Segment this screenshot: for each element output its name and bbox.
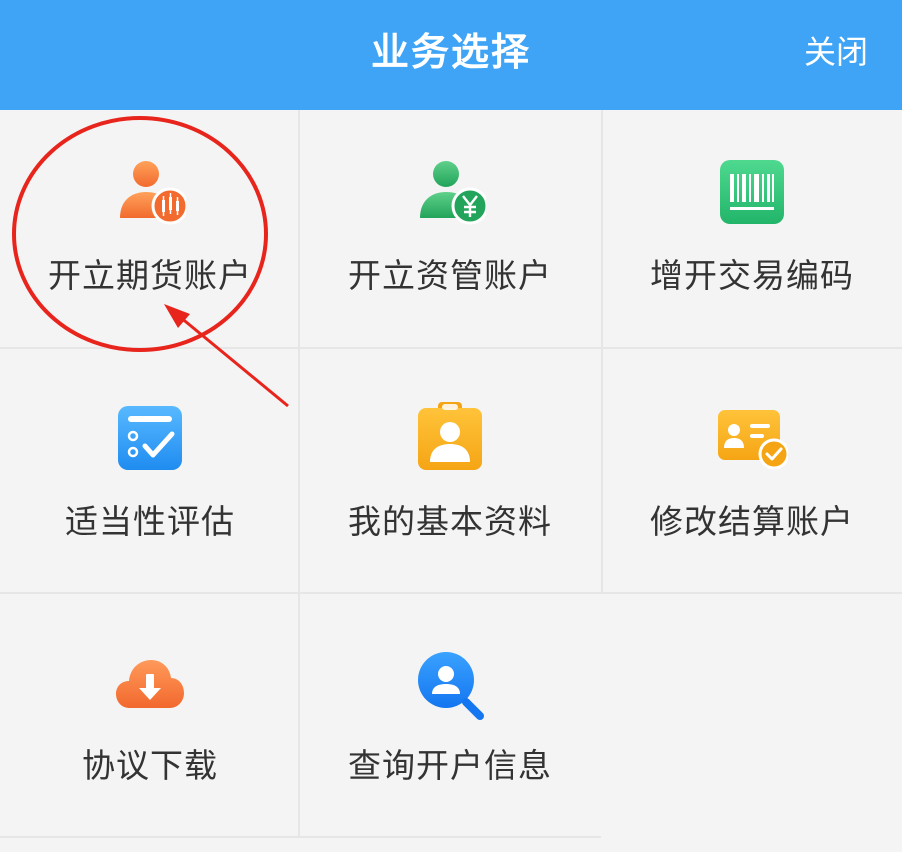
id-card-check-icon (716, 402, 788, 474)
header-bar: 业务选择 关闭 (0, 0, 902, 110)
empty-cell (602, 594, 902, 834)
grid-divider (0, 836, 601, 838)
item-open-asset-mgmt-account[interactable]: 开立资管账户 (300, 110, 600, 350)
cloud-download-icon (114, 648, 186, 720)
item-label: 查询开户信息 (348, 746, 552, 785)
user-candlestick-icon (114, 156, 186, 228)
id-badge-icon (414, 402, 486, 474)
item-label: 增开交易编码 (650, 256, 854, 295)
checklist-icon (114, 402, 186, 474)
item-agreement-download[interactable]: 协议下载 (0, 594, 300, 834)
item-label: 开立资管账户 (348, 256, 552, 295)
close-button[interactable]: 关闭 (804, 30, 868, 74)
page-title: 业务选择 (370, 30, 531, 74)
business-grid: 开立期货账户 开立资管账户 增开交易编码 适当性评估 我的基本资料 修改结算账户… (0, 110, 902, 838)
item-suitability-assessment[interactable]: 适当性评估 (0, 350, 300, 590)
item-add-trading-code[interactable]: 增开交易编码 (602, 110, 902, 350)
search-user-icon (414, 648, 486, 720)
item-label: 协议下载 (82, 746, 218, 785)
item-label: 我的基本资料 (348, 502, 552, 541)
item-my-basic-info[interactable]: 我的基本资料 (300, 350, 600, 590)
barcode-icon (716, 156, 788, 228)
item-query-account-info[interactable]: 查询开户信息 (300, 594, 600, 834)
item-modify-settlement-account[interactable]: 修改结算账户 (602, 350, 902, 590)
item-open-futures-account[interactable]: 开立期货账户 (0, 110, 300, 350)
item-label: 修改结算账户 (650, 502, 854, 541)
item-label: 适当性评估 (65, 502, 235, 541)
user-yen-icon (414, 156, 486, 228)
item-label: 开立期货账户 (48, 256, 252, 295)
